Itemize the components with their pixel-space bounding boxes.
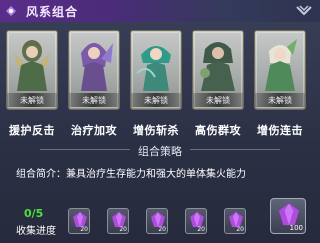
combo-panel: 风系组合 未解锁 未解锁 未解锁 未解锁 未解锁 援护反击 治疗加攻 增伤斩杀 … [0, 0, 320, 243]
card-label: 治疗加攻 [71, 124, 117, 137]
wind-emblem-icon [6, 6, 16, 16]
card-label: 增伤连击 [257, 124, 303, 137]
reward-count: 20 [80, 226, 88, 233]
panel-title: 风系组合 [26, 5, 79, 19]
collection-progress-label: 收集进度 [16, 226, 56, 237]
final-reward-slot[interactable]: 100 [270, 198, 306, 234]
collapse-icon[interactable] [294, 2, 314, 20]
reward-count: 20 [158, 226, 166, 233]
reward-slot[interactable]: 20 [146, 208, 168, 234]
hero-card[interactable]: 未解锁 [254, 30, 306, 110]
card-label: 援护反击 [9, 124, 55, 137]
strategy-section-header: 组合策略 [0, 141, 320, 159]
reward-count: 20 [119, 226, 127, 233]
reward-count: 20 [236, 226, 244, 233]
locked-status: 未解锁 [206, 96, 230, 105]
divider [190, 149, 280, 150]
combo-intro: 组合简介：兼具治疗生存能力和强大的单体集火能力 [16, 165, 246, 180]
reward-slot[interactable]: 20 [224, 208, 246, 234]
intro-text: 兼具治疗生存能力和强大的单体集火能力 [66, 169, 246, 180]
reward-count: 100 [289, 224, 303, 232]
hero-portrait [136, 46, 171, 91]
locked-status: 未解锁 [268, 96, 292, 105]
card-label: 增伤斩杀 [133, 124, 179, 137]
locked-status: 未解锁 [20, 96, 44, 105]
hero-portrait [265, 39, 297, 91]
intro-label: 组合简介： [16, 169, 66, 180]
card-label: 高伤群攻 [195, 124, 241, 137]
hero-card-row: 未解锁 未解锁 未解锁 未解锁 未解锁 [6, 30, 316, 110]
hero-portrait [81, 43, 113, 91]
hero-card[interactable]: 未解锁 [68, 30, 120, 110]
reward-slot[interactable]: 20 [185, 208, 207, 234]
card-label-row: 援护反击 治疗加攻 增伤斩杀 高伤群攻 增伤连击 [0, 122, 320, 137]
locked-status: 未解锁 [82, 96, 106, 105]
locked-status: 未解锁 [144, 96, 168, 105]
hero-portrait [14, 40, 50, 91]
hero-card[interactable]: 未解锁 [192, 30, 244, 110]
reward-slot[interactable]: 20 [68, 208, 90, 234]
strategy-title: 组合策略 [138, 145, 182, 158]
hero-card[interactable]: 未解锁 [130, 30, 182, 110]
panel-header: 风系组合 [0, 0, 320, 22]
hero-card[interactable]: 未解锁 [6, 30, 58, 110]
hero-portrait [200, 42, 235, 91]
collection-count: 0/5 [24, 207, 44, 220]
reward-slot[interactable]: 20 [107, 208, 129, 234]
reward-count: 20 [197, 226, 205, 233]
